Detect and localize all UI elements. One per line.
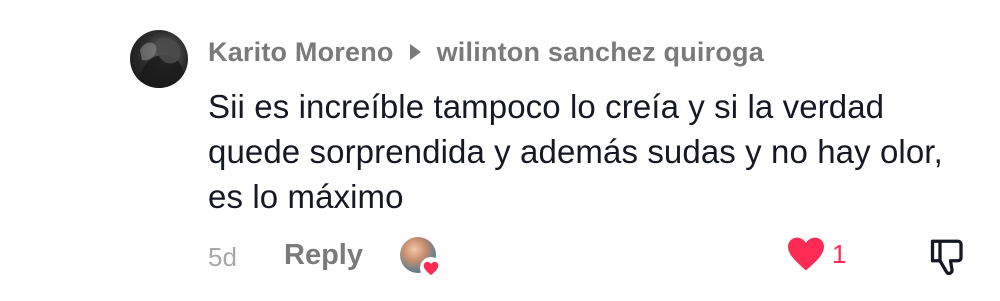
reply-button[interactable]: Reply — [284, 239, 363, 272]
comment-actions: 5d Reply 1 — [208, 234, 968, 280]
heart-badge-icon — [420, 257, 442, 279]
like-button[interactable]: 1 — [786, 236, 846, 272]
author-avatar[interactable] — [130, 30, 188, 88]
comment-item: Karito Moreno wilinton sanchez quiroga S… — [0, 0, 1000, 301]
comment-timestamp: 5d — [208, 242, 237, 272]
avatar-image — [130, 37, 185, 88]
dislike-button[interactable] — [928, 238, 964, 281]
reply-to-name[interactable]: wilinton sanchez quiroga — [437, 37, 764, 68]
thumbs-down-icon — [930, 239, 963, 276]
comment-header: Karito Moreno wilinton sanchez quiroga — [208, 34, 764, 70]
author-name[interactable]: Karito Moreno — [208, 37, 394, 68]
caret-right-icon — [409, 44, 421, 60]
heart-icon — [788, 237, 824, 271]
creator-liked-indicator — [400, 237, 442, 279]
like-count: 1 — [832, 238, 847, 269]
comment-text: Sii es increíble tampoco lo creía y si l… — [208, 88, 943, 215]
